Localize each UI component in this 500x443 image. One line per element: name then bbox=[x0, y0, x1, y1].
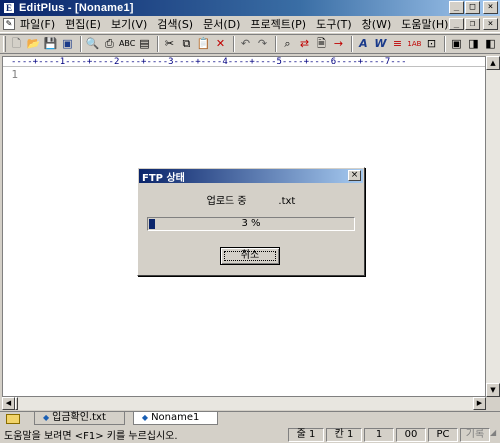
document-menu-icon[interactable]: ✎ bbox=[3, 18, 15, 30]
folder-icon[interactable] bbox=[6, 414, 20, 424]
title-bar: E EditPlus - [Noname1] _ □ × bbox=[0, 0, 500, 16]
minimize-button[interactable]: _ bbox=[449, 1, 464, 14]
save-all-icon[interactable]: ▣ bbox=[60, 36, 75, 52]
menu-search[interactable]: 검색(S) bbox=[152, 16, 198, 32]
cancel-button[interactable]: 취소 bbox=[220, 247, 280, 265]
scrollbar-corner bbox=[486, 397, 500, 410]
scroll-down-button[interactable]: ▼ bbox=[486, 383, 500, 397]
column-ruler: ----+----1----+----2----+----3----+----4… bbox=[3, 57, 485, 67]
spell-check-icon[interactable]: ABC bbox=[119, 36, 135, 52]
line-number: 1 bbox=[11, 68, 18, 81]
font-icon[interactable]: A bbox=[356, 36, 371, 52]
resize-grip-icon[interactable]: ◢ bbox=[490, 428, 500, 442]
toolbar-separator bbox=[232, 36, 235, 52]
toolbar-separator bbox=[156, 36, 159, 52]
status-help-text: 도움말을 보려면 <F1> 키를 누르십시오. bbox=[4, 431, 178, 442]
status-line: 줄 1 bbox=[288, 427, 324, 442]
toolbar-grip[interactable] bbox=[3, 36, 6, 52]
upload-message: 업로드 중 .txt bbox=[206, 196, 296, 207]
menu-project[interactable]: 프로젝트(P) bbox=[245, 16, 311, 32]
new-icon[interactable]: 🗋 bbox=[9, 36, 24, 52]
undo-icon[interactable]: ↶ bbox=[238, 36, 253, 52]
document-window-controls: _ ❐ × bbox=[448, 18, 498, 30]
copy-icon[interactable]: ⧉ bbox=[179, 36, 194, 52]
menu-window[interactable]: 창(W) bbox=[357, 16, 397, 32]
find-icon[interactable]: ⌕ bbox=[280, 36, 295, 52]
goto-icon[interactable]: → bbox=[331, 36, 346, 52]
tab-noname1[interactable]: ◆ Noname1 bbox=[132, 412, 219, 425]
open-icon[interactable]: 📂 bbox=[26, 36, 41, 52]
save-icon[interactable]: 💾 bbox=[43, 36, 58, 52]
cut-icon[interactable]: ✂ bbox=[162, 36, 177, 52]
ruler-icon[interactable]: 1AB bbox=[407, 36, 422, 52]
dialog-close-button[interactable]: × bbox=[348, 170, 361, 181]
replace-icon[interactable]: ⇄ bbox=[297, 36, 312, 52]
line-number-icon[interactable]: ≡ bbox=[390, 36, 405, 52]
focus-rectangle bbox=[224, 251, 276, 261]
tab-file[interactable]: ◆ 입금확인.txt bbox=[34, 412, 125, 425]
window-title: EditPlus - [Noname1] bbox=[19, 2, 134, 14]
status-bar: 도움말을 보려면 <F1> 키를 누르십시오. 줄 1 칸 1 1 00 PC … bbox=[0, 426, 500, 443]
browser-icon[interactable]: ▤ bbox=[137, 36, 152, 52]
menu-file[interactable]: 파일(F) bbox=[15, 16, 60, 32]
tab-label: 입금확인.txt bbox=[52, 412, 106, 423]
progress-label: 3 % bbox=[241, 218, 261, 229]
doc-minimize-button[interactable]: _ bbox=[449, 18, 464, 30]
horizontal-scroll-thumb[interactable] bbox=[15, 397, 18, 410]
delete-icon[interactable]: ✕ bbox=[213, 36, 228, 52]
toolbar-separator bbox=[274, 36, 277, 52]
menu-edit[interactable]: 편집(E) bbox=[60, 16, 106, 32]
status-insert: 00 bbox=[396, 427, 426, 442]
toolbar-separator bbox=[443, 36, 446, 52]
paste-icon[interactable]: 📋 bbox=[196, 36, 211, 52]
toolbar-separator bbox=[79, 36, 82, 52]
status-record: 기록 bbox=[460, 427, 490, 442]
editplus-app-icon[interactable]: E bbox=[3, 2, 15, 14]
maximize-button[interactable]: □ bbox=[465, 1, 480, 14]
ftp-status-dialog: FTP 상태 × 업로드 중 .txt 3 % 취소 bbox=[137, 167, 365, 276]
menu-tools[interactable]: 도구(T) bbox=[311, 16, 357, 32]
toolbar-separator bbox=[350, 36, 353, 52]
upload-progress-bar: 3 % bbox=[147, 217, 355, 231]
dialog-title: FTP 상태 bbox=[142, 172, 185, 184]
fullscreen-icon[interactable]: ⊡ bbox=[424, 36, 439, 52]
scroll-up-button[interactable]: ▲ bbox=[486, 56, 500, 70]
menu-document[interactable]: 문서(D) bbox=[198, 16, 245, 32]
status-mode: PC bbox=[428, 427, 458, 442]
doc-close-button[interactable]: × bbox=[483, 18, 498, 30]
status-selection: 1 bbox=[364, 427, 394, 442]
vertical-scrollbar[interactable]: ▲ ▼ bbox=[486, 56, 500, 397]
horizontal-scrollbar[interactable]: ◀ ▶ bbox=[2, 397, 486, 410]
document-icon: ◆ bbox=[141, 413, 149, 422]
window-3-icon[interactable]: ◧ bbox=[483, 36, 498, 52]
document-icon: ◆ bbox=[43, 413, 50, 422]
menu-bar: ✎ 파일(F) 편집(E) 보기(V) 검색(S) 문서(D) 프로젝트(P) … bbox=[0, 16, 500, 33]
word-wrap-icon[interactable]: W bbox=[373, 36, 388, 52]
menu-help[interactable]: 도움말(H) bbox=[396, 16, 453, 32]
document-tabs: ◆ 입금확인.txt ◆ Noname1 bbox=[0, 411, 500, 425]
dialog-title-bar: FTP 상태 bbox=[139, 169, 363, 184]
doc-restore-button[interactable]: ❐ bbox=[465, 18, 480, 30]
window-controls: _ □ × bbox=[448, 1, 498, 14]
print-preview-icon[interactable]: 🔍 bbox=[85, 36, 100, 52]
scroll-right-button[interactable]: ▶ bbox=[473, 397, 486, 410]
status-column: 칸 1 bbox=[326, 427, 362, 442]
close-button[interactable]: × bbox=[483, 1, 498, 14]
window-2-icon[interactable]: ◨ bbox=[466, 36, 481, 52]
menu-view[interactable]: 보기(V) bbox=[106, 16, 152, 32]
scroll-left-button[interactable]: ◀ bbox=[2, 397, 15, 410]
toolbar: 🗋 📂 💾 ▣ 🔍 ⎙ ABC ▤ ✂ ⧉ 📋 ✕ ↶ ↷ ⌕ ⇄ 🗎 → A … bbox=[0, 34, 500, 54]
redo-icon[interactable]: ↷ bbox=[255, 36, 270, 52]
tab-label: Noname1 bbox=[151, 412, 200, 423]
print-icon[interactable]: ⎙ bbox=[102, 36, 117, 52]
find-in-files-icon[interactable]: 🗎 bbox=[314, 36, 329, 52]
window-1-icon[interactable]: ▣ bbox=[449, 36, 464, 52]
